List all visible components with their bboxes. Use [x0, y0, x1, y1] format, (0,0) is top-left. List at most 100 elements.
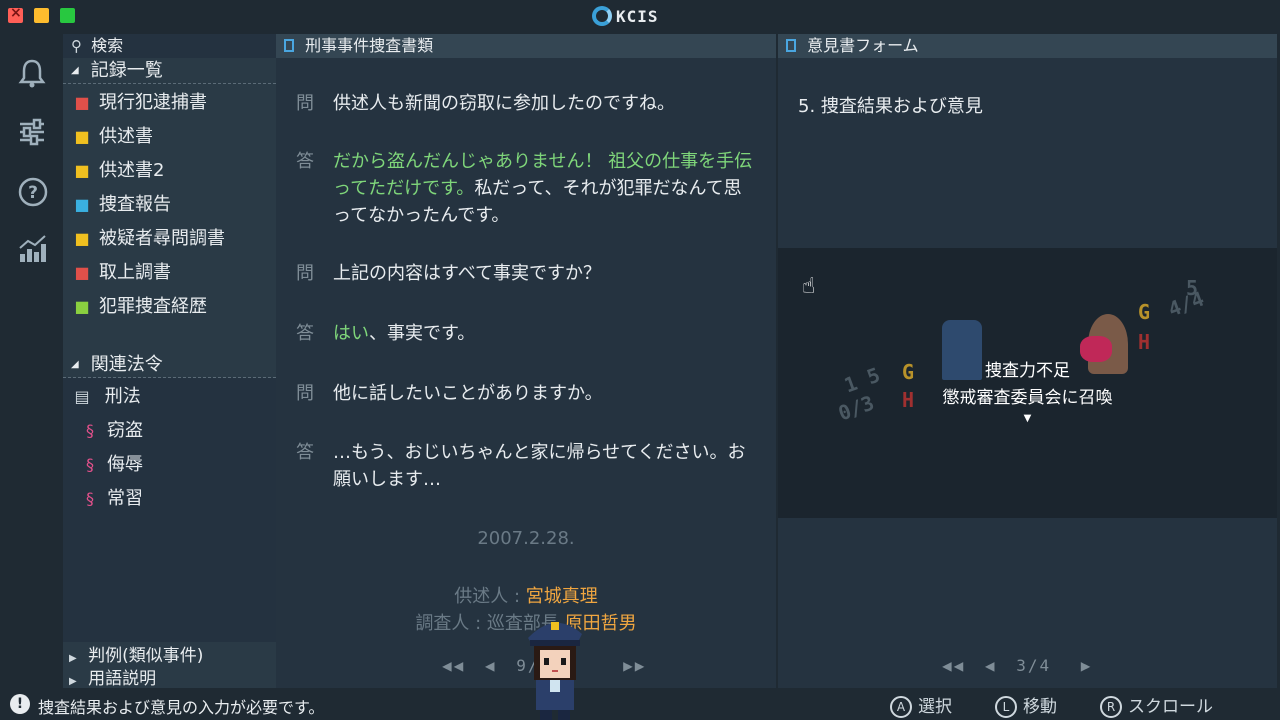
related-laws-panel: ◢ 関連法令 ▤ 刑法 § 窃盗 § 侮辱 § 常習	[63, 352, 276, 642]
search-box[interactable]: ⚲ 検索	[63, 34, 276, 58]
logo-icon	[592, 6, 612, 26]
law-item-label: 窃盗	[107, 420, 143, 441]
title-bar: KCIS	[0, 0, 1280, 32]
scene-caption: 捜査力不足 懲戒審査委員会に召喚 ▼	[778, 358, 1277, 426]
opinion-form-panel[interactable]: 5. 捜査結果および意見 1 5 0/3 G H G H 4/4 5 ☝ 捜査力…	[778, 58, 1277, 688]
qa-text-part: 供述人も新聞の窃取に参加したのですね。	[333, 93, 675, 114]
qa-text: 他に話したいことがありますか。	[333, 380, 753, 407]
statement-signature: 供述人 : 宮城真理	[276, 582, 776, 608]
l-button-icon: L	[995, 696, 1017, 718]
record-item[interactable]: ■ 現行犯逮捕書	[71, 88, 207, 118]
icon-rail: ?	[0, 32, 62, 688]
expand-triangle-icon: ▶	[69, 653, 77, 664]
laws-section-header[interactable]: ◢ 関連法令	[63, 352, 276, 378]
laws-heading: 関連法令	[90, 354, 163, 375]
prev-page-icon[interactable]: ◀	[485, 656, 497, 675]
last-page-icon[interactable]: ▶▶	[623, 656, 646, 675]
record-item[interactable]: ■ 犯罪捜査経歴	[71, 292, 207, 322]
document-icon: ■	[74, 161, 90, 180]
footer-item-precedents[interactable]: ▶ 判例(類似事件)	[69, 644, 203, 668]
document-icon: ■	[74, 127, 90, 146]
section-sign-icon: §	[86, 455, 94, 474]
folder-icon: ▤	[74, 387, 90, 406]
record-item[interactable]: ■ 捜査報告	[71, 190, 171, 220]
hint-label: 移動	[1023, 697, 1057, 717]
scene-line-2: 懲戒審査委員会に召喚	[942, 388, 1113, 408]
search-label: 検索	[91, 36, 124, 55]
statement-name: 宮城真理	[525, 586, 598, 607]
magnifier-icon: ■	[74, 263, 90, 282]
records-section-header[interactable]: ◢ 記録一覧	[63, 58, 276, 84]
handcuffs-icon: ■	[74, 93, 90, 112]
document-viewer[interactable]: 問 供述人も新聞の窃取に参加したのですね。答 だから盗んだんじゃありません！ 祖父の…	[276, 58, 776, 688]
hand-cursor-icon: ☝	[802, 274, 816, 299]
qa-text-part: …もう、おじいちゃんと家に帰らせてください。お願いします…	[333, 442, 746, 490]
hint-label: 選択	[918, 697, 952, 717]
qa-text: だから盗んだんじゃありません！ 祖父の仕事を手伝ってただけです。私だって、それが…	[333, 148, 753, 229]
status-bar: ! 捜査結果および意見の入力が必要です。 A 選択 L 移動 R スクロール	[0, 688, 1280, 720]
scene-decoration: H	[1138, 330, 1151, 354]
section-sign-icon: §	[86, 421, 94, 440]
status-message: 捜査結果および意見の入力が必要です。	[38, 698, 325, 717]
collapse-triangle-icon: ◢	[71, 65, 79, 76]
prev-page-icon[interactable]: ◀	[985, 656, 997, 675]
svg-text:?: ?	[28, 183, 38, 203]
close-window-button[interactable]	[8, 5, 23, 23]
continue-arrow-icon[interactable]: ▼	[778, 412, 1277, 426]
expand-triangle-icon: ▶	[69, 676, 77, 687]
law-folder-item[interactable]: ▤ 刑法	[71, 382, 141, 412]
qa-text: …もう、おじいちゃんと家に帰らせてください。お願いします…	[333, 439, 753, 493]
record-item-label: 供述書	[99, 126, 153, 147]
scene-decoration: 5	[1186, 276, 1199, 300]
law-item[interactable]: § 侮辱	[79, 450, 143, 480]
maximize-window-button[interactable]	[60, 8, 75, 23]
record-item-label: 供述書2	[99, 160, 165, 181]
center-panel-title: 刑事事件捜査書類	[305, 36, 434, 55]
right-panel-header: 意見書フォーム	[778, 34, 1277, 58]
result-scene[interactable]: 1 5 0/3 G H G H 4/4 5 ☝ 捜査力不足 懲戒審査委員会に召喚…	[778, 248, 1277, 518]
right-pager: ◀◀ ◀ 3/4 ▶	[942, 656, 1092, 675]
minimize-window-button[interactable]	[34, 8, 49, 23]
qa-label: 答	[296, 323, 314, 344]
a-button-icon: A	[890, 696, 912, 718]
center-panel-header: 刑事事件捜査書類	[276, 34, 776, 58]
qa-label: 問	[296, 263, 314, 284]
qa-text: 上記の内容はすべて事実ですか？	[333, 260, 753, 287]
alert-icon: !	[10, 694, 30, 714]
answer-highlight: はい	[333, 323, 369, 344]
history-icon: ■	[74, 297, 90, 316]
r-button-icon: R	[1100, 696, 1122, 718]
record-item[interactable]: ■ 被疑者尋問調書	[71, 224, 225, 254]
next-page-icon[interactable]: ▶	[1081, 656, 1093, 675]
first-page-icon[interactable]: ◀◀	[942, 656, 965, 675]
scene-line-1: 捜査力不足	[985, 361, 1070, 381]
form-section-heading: 5. 捜査結果および意見	[798, 96, 983, 117]
sidebar: ⚲ 検索 ◢ 記録一覧 ■ 現行犯逮捕書 ■ 供述書 ■ 供述書2 ■ 捜査報告 ■ 被疑者尋問調…	[63, 34, 276, 689]
law-item-label: 侮辱	[107, 454, 143, 475]
interrogation-icon: ■	[74, 229, 90, 248]
settings-sliders-icon[interactable]	[17, 116, 47, 148]
first-page-icon[interactable]: ◀◀	[442, 656, 465, 675]
help-icon[interactable]: ?	[17, 176, 48, 208]
record-item[interactable]: ■ 取上調書	[71, 258, 171, 288]
law-item[interactable]: § 常習	[79, 484, 143, 514]
section-sign-icon: §	[86, 489, 94, 508]
document-icon	[786, 39, 796, 52]
bell-icon[interactable]	[17, 58, 47, 90]
qa-text: はい、事実です。	[333, 320, 753, 347]
stats-chart-icon[interactable]	[17, 232, 47, 264]
app-title: KCIS	[616, 6, 659, 26]
qa-label: 答	[296, 442, 314, 463]
record-item[interactable]: ■ 供述書	[71, 122, 153, 152]
record-item-label: 現行犯逮捕書	[99, 92, 207, 113]
scene-decoration: G	[1138, 300, 1151, 324]
record-item[interactable]: ■ 供述書2	[71, 156, 164, 186]
footer-item-label: 用語説明	[88, 669, 157, 689]
law-item[interactable]: § 窃盗	[79, 416, 143, 446]
qa-text: 供述人も新聞の窃取に参加したのですね。	[333, 90, 753, 117]
law-folder-label: 刑法	[104, 386, 141, 407]
collapse-triangle-icon: ◢	[71, 359, 79, 370]
document-date: 2007.2.28.	[477, 528, 575, 549]
pen-icon: ■	[74, 195, 90, 214]
hint-move: L 移動	[995, 692, 1057, 718]
